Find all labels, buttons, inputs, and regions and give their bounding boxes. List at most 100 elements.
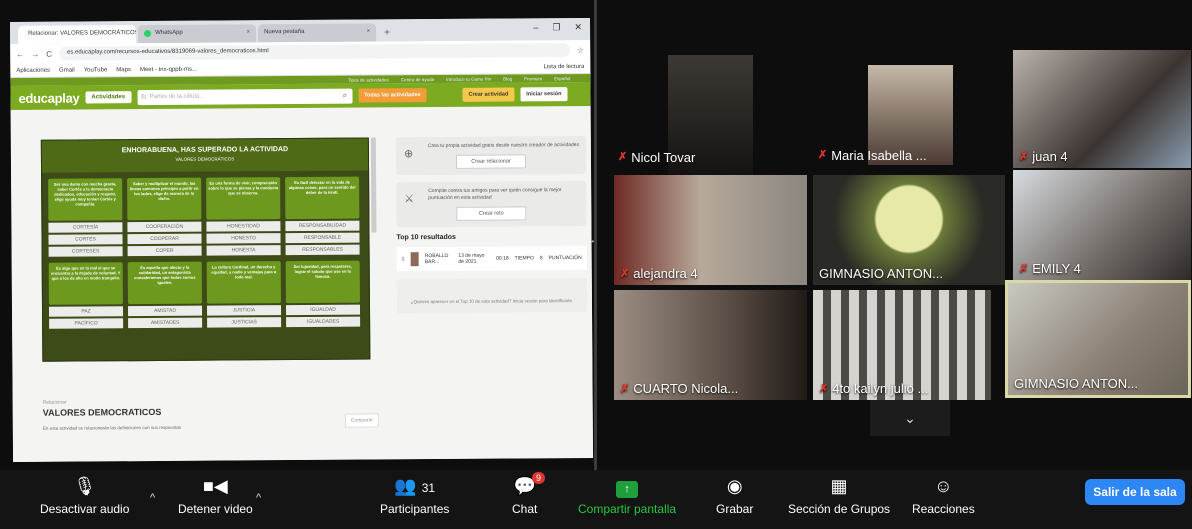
answer-slot[interactable]: HONESTIDAD [206, 221, 281, 232]
record-button[interactable]: ◉ Grabar [716, 474, 753, 516]
answer-slot[interactable]: AMISTAD [127, 305, 203, 317]
answer-slot[interactable]: PAZ [48, 306, 124, 317]
participant-tile[interactable]: ✗ alejandra 4 [614, 175, 807, 285]
answer-slot[interactable]: CORTESES [48, 246, 123, 257]
search-icon[interactable]: ⌕ [343, 90, 348, 100]
participant-tile[interactable]: ✗ 4to kailyn julio ... [813, 290, 991, 400]
participant-name: ✗ Nicol Tovar [618, 150, 696, 165]
minimize-icon[interactable]: – [533, 22, 538, 33]
breakout-rooms-button[interactable]: ▦ Sección de Grupos [788, 474, 890, 516]
top-link[interactable]: Español [554, 76, 570, 81]
match-column: Es aquello que afecto y la solidaridad, … [127, 261, 203, 329]
answer-slot[interactable]: RESPONSABILIDAD [285, 220, 360, 232]
participant-tile[interactable]: ✗ CUARTO Nicola... [614, 290, 807, 400]
educaplay-page: Tipos de actividades Centro de ayuda Int… [10, 73, 594, 462]
answer-slot[interactable]: HONESTO [206, 233, 281, 244]
maximize-icon[interactable]: ❐ [552, 22, 560, 33]
reading-list[interactable]: Lista de lectura [544, 63, 585, 69]
answer-slot[interactable]: CORTÉS [48, 234, 123, 245]
matching-game-board: ENHORABUENA, HAS SUPERADO LA ACTIVIDAD V… [40, 137, 371, 362]
new-tab-icon[interactable]: + [384, 27, 390, 38]
close-icon[interactable]: × [247, 29, 251, 42]
reload-icon[interactable]: C [46, 49, 52, 58]
leave-room-button[interactable]: Salir de la sala [1085, 479, 1185, 505]
window-close-icon[interactable]: ✕ [574, 22, 582, 33]
participant-name: ✗ alejandra 4 [620, 266, 698, 281]
emoji-icon: ☺ [934, 476, 953, 496]
top10-notice: ¿Quieres aparecer en el Top 10 de esta a… [396, 277, 588, 314]
participant-name: ✗ CUARTO Nicola... [620, 381, 739, 396]
participant-tile[interactable]: ✗ EMILY 4 [1013, 170, 1191, 280]
board-scrollbar[interactable] [370, 137, 377, 233]
search-input[interactable]: Ej: Partes de la célula... ⌕ [137, 88, 353, 105]
answer-slot[interactable]: RESPONSABLES [285, 244, 360, 256]
star-icon[interactable]: ☆ [577, 45, 584, 54]
create-activity-button[interactable]: Crear actividad [462, 87, 515, 102]
video-camera-icon: ■◀ [203, 476, 228, 496]
answer-slot[interactable]: IGUALDAD [285, 304, 361, 316]
answer-slot[interactable]: COPER [127, 245, 202, 257]
answer-slot[interactable]: JUSTICIAS [207, 317, 282, 328]
educaplay-logo[interactable]: educaplay [18, 90, 79, 105]
answer-slot[interactable]: HONESTA [206, 245, 281, 256]
all-activities-button[interactable]: Todas las actividades [358, 88, 427, 103]
login-button[interactable]: Iniciar sesión [520, 87, 568, 102]
bookmark-youtube[interactable]: YouTube [84, 67, 108, 73]
avatar [410, 252, 419, 267]
top-link[interactable]: Centro de ayuda [401, 77, 434, 82]
answer-slot[interactable]: COOPERACIÓN [127, 221, 202, 233]
video-options-chevron-up-icon[interactable]: ^ [256, 492, 261, 504]
board-subtitle: VALORES DEMOCRÁTICOS [175, 156, 235, 162]
answer-slot[interactable]: COOPERAR [127, 233, 202, 245]
reactions-button[interactable]: ☺ Reacciones [912, 474, 975, 516]
bookmark-meet[interactable]: Meet - tnx-qppb-ms... [140, 66, 197, 72]
answer-slot[interactable]: RESPONSABLE [285, 232, 360, 244]
back-icon[interactable]: ← [16, 49, 24, 58]
answer-slot[interactable]: JUSTICIA [206, 305, 282, 316]
top-link[interactable]: Blog [503, 76, 512, 81]
tab-new[interactable]: Nueva pestaña × [258, 23, 377, 43]
top-link[interactable]: Introduce tu Game Pin [446, 76, 491, 81]
bookmark-gmail[interactable]: Gmail [59, 67, 75, 73]
participant-tile[interactable]: ✗ juan 4 [1013, 50, 1191, 168]
mute-audio-button[interactable]: 🎙 Desactivar audio [40, 474, 129, 516]
rank-row: 1 ROBALLO BAR... 13 de mayo de 2021 00:1… [396, 245, 587, 272]
participant-tile[interactable]: GIMNASIO ANTON... [813, 175, 1005, 285]
url-field[interactable]: es.educaplay.com/recursos-educativos/831… [58, 43, 571, 61]
chat-button[interactable]: 💬 9 Chat [512, 472, 546, 516]
muted-mic-icon: ✗ [1019, 263, 1029, 275]
definition-card: Ser lujosidad, para respetarse, lograr e… [285, 260, 360, 304]
bookmark-maps[interactable]: Maps [116, 67, 131, 73]
definition-card: Es una forma de vivir, comprensión sobre… [206, 177, 281, 220]
top-link[interactable]: Premium [524, 76, 542, 81]
more-participants-chevron-down-icon[interactable]: ⌄ [870, 400, 950, 436]
whatsapp-favicon-icon [144, 30, 152, 38]
activity-title: VALORES DEMOCRATICOS [42, 406, 162, 418]
match-column: Es una forma de vivir, comprensión sobre… [206, 177, 281, 256]
rank-score-label: PUNTUACIÓN [548, 255, 582, 262]
share-screen-button[interactable]: ↑ Compartir pantalla [578, 474, 676, 516]
participants-button[interactable]: 👥 31 Participantes [380, 474, 449, 516]
create-relate-button[interactable]: Crear relacionar [455, 154, 527, 169]
bookmark-apps[interactable]: Aplicaciones [16, 67, 50, 73]
answer-slot[interactable]: IGUALDADES [286, 316, 361, 328]
resize-handle-icon[interactable]: ↔ [586, 235, 596, 246]
participant-name: GIMNASIO ANTON... [1014, 376, 1139, 391]
forward-icon[interactable]: → [31, 49, 39, 58]
create-challenge-button[interactable]: Crear reto [456, 206, 527, 221]
audio-options-chevron-up-icon[interactable]: ^ [150, 492, 155, 504]
record-icon: ◉ [726, 476, 743, 496]
tab-whatsapp[interactable]: WhatsApp × [138, 24, 257, 44]
muted-mic-icon: ✗ [620, 383, 630, 395]
close-icon[interactable]: × [367, 28, 371, 41]
answer-slot[interactable]: AMISTADES [128, 317, 203, 329]
definition-card: La cultura Cardinal, un derecho y equida… [206, 261, 281, 304]
answer-slot[interactable]: PACÍFICO [49, 318, 124, 329]
tab-educaplay[interactable]: Relacionar: VALORES DEMOCRÁTICOS× [18, 25, 137, 44]
activities-menu-button[interactable]: Actividades [85, 91, 132, 104]
share-activity-button[interactable]: Compartir [344, 413, 379, 428]
stop-video-button[interactable]: ■◀ Detener video [178, 474, 253, 516]
top-link[interactable]: Tipos de actividades [348, 77, 389, 82]
answer-slot[interactable]: CORTESÍA [48, 222, 123, 233]
participant-tile-active-speaker[interactable]: GIMNASIO ANTON... [1005, 280, 1191, 398]
